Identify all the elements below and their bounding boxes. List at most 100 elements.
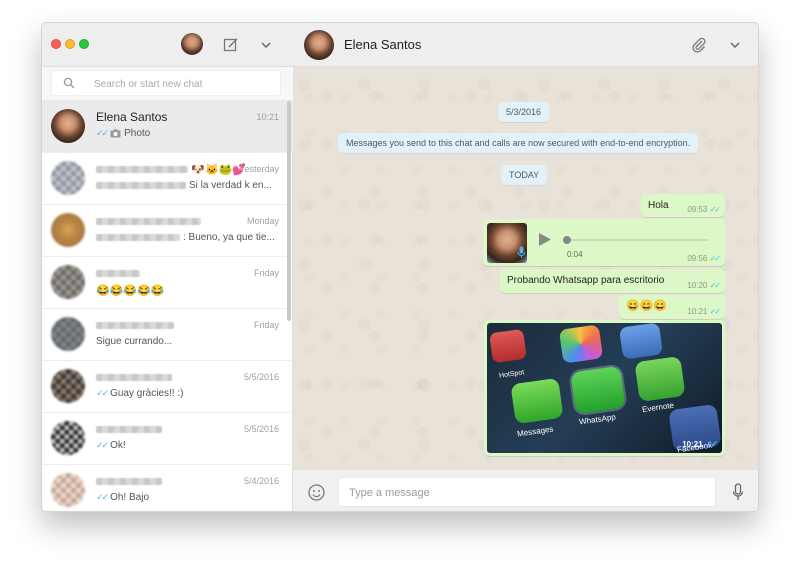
chat-item[interactable]: Friday Sigue currando...	[42, 309, 293, 361]
message-meta: 09:56 ✓✓	[687, 254, 721, 263]
chat-preview: ✓✓ Ok!	[96, 440, 126, 451]
app-label-messages: Messages	[516, 424, 554, 439]
chat-time: 5/4/2016	[243, 476, 279, 486]
chevron-down-icon	[261, 42, 271, 49]
chat-time: 5/5/2016	[243, 424, 279, 434]
chat-item[interactable]: 5/5/2016 ✓✓ Ok!	[42, 413, 293, 465]
message-meta: 10:21 ✓✓	[687, 307, 721, 316]
read-ticks-icon: ✓✓	[709, 307, 721, 316]
play-icon	[539, 233, 551, 246]
chat-name-emojis: 🐶🐱🐸💕	[191, 164, 247, 176]
chat-preview-text: Guay gràcies!! :)	[110, 388, 184, 399]
chat-name	[96, 422, 162, 436]
avatar	[51, 265, 85, 299]
search-input[interactable]	[94, 76, 274, 92]
voice-duration: 0:04	[567, 250, 583, 259]
app-label-evernote: Evernote	[641, 400, 675, 415]
emoji-icon	[307, 483, 325, 501]
chat-item[interactable]: 🐶🐱🐸💕 Yesterday Si la verdad k en...	[42, 153, 293, 205]
photo-image[interactable]: HotSpot Messages WhatsApp Evernote Faceb…	[487, 323, 722, 453]
message-input[interactable]	[349, 485, 699, 501]
encryption-notice[interactable]: Messages you send to this chat and calls…	[338, 133, 699, 153]
minimize-window-button[interactable]	[65, 39, 75, 49]
message-time: 10:21	[687, 307, 708, 316]
chat-preview-text: Oh! Bajo	[110, 492, 150, 503]
my-avatar[interactable]	[181, 33, 203, 55]
message-text: Hola	[648, 200, 669, 211]
chat-name: Elena Santos	[96, 110, 168, 124]
chat-preview: ✓✓ Oh! Bajo	[96, 492, 149, 503]
conversation-menu-button[interactable]	[725, 35, 745, 55]
attach-button[interactable]	[689, 35, 709, 55]
play-button[interactable]	[538, 232, 552, 250]
microphone-icon	[732, 483, 744, 500]
chat-name	[96, 266, 140, 280]
chat-preview-text: 😂😂😂😂😂	[96, 285, 165, 297]
search-bar	[42, 67, 293, 101]
chat-item[interactable]: 5/5/2016 ✓✓ Guay gràcies!! :)	[42, 361, 293, 413]
new-chat-button[interactable]	[221, 35, 241, 55]
maximize-window-button[interactable]	[79, 39, 89, 49]
voice-message[interactable]: 0:04 09:56 ✓✓	[483, 219, 725, 266]
sidebar-header	[42, 23, 293, 67]
chat-time: Yesterday	[239, 164, 279, 174]
photo-message[interactable]: HotSpot Messages WhatsApp Evernote Faceb…	[484, 320, 725, 456]
composer	[293, 469, 758, 511]
avatar	[51, 317, 85, 351]
chat-name	[96, 318, 174, 332]
app-label-hotspot: HotSpot	[498, 369, 525, 380]
chat-list-scrollbar[interactable]	[287, 101, 291, 321]
close-window-button[interactable]	[51, 39, 61, 49]
voice-progress-track[interactable]	[563, 236, 707, 244]
chat-preview: : Bueno, ya que tie...	[96, 232, 275, 243]
chat-name	[96, 474, 162, 488]
chat-time: Friday	[253, 268, 279, 278]
read-ticks-icon: ✓✓	[96, 388, 109, 398]
menu-button[interactable]	[256, 35, 276, 55]
app-window: Elena Santos 10:21 ✓✓ Photo 🐶🐱🐸💕 Yesterd…	[41, 22, 759, 512]
outgoing-message[interactable]: 😄😄😄 10:21 ✓✓	[619, 295, 725, 319]
message-meta: 10:20 ✓✓	[687, 281, 721, 290]
message-time: 10:20	[687, 281, 708, 290]
voice-progress-handle[interactable]	[563, 236, 571, 244]
chat-preview: ✓✓ Photo	[96, 128, 150, 139]
sidebar: Elena Santos 10:21 ✓✓ Photo 🐶🐱🐸💕 Yesterd…	[42, 23, 293, 511]
chat-time: Monday	[246, 216, 279, 226]
chevron-down-icon	[730, 42, 740, 49]
voice-record-button[interactable]	[728, 482, 748, 502]
contact-name[interactable]: Elena Santos	[344, 37, 421, 52]
avatar	[51, 369, 85, 403]
read-ticks-icon: ✓✓	[709, 205, 721, 214]
compose-icon	[223, 38, 238, 52]
microphone-icon	[517, 246, 526, 258]
message-time: 09:53	[687, 205, 708, 214]
message-text: 😄😄😄	[626, 300, 668, 312]
chat-item[interactable]: Friday 😂😂😂😂😂	[42, 257, 293, 309]
avatar	[51, 473, 85, 507]
date-pill: 5/3/2016	[498, 102, 550, 122]
chat-time: Friday	[253, 320, 279, 330]
contact-avatar[interactable]	[304, 30, 334, 60]
chat-name: 🐶🐱🐸💕	[96, 162, 246, 176]
photo-time: 10:21 ✓✓	[682, 439, 718, 450]
read-ticks-icon: ✓✓	[96, 492, 109, 502]
chat-item[interactable]: Monday : Bueno, ya que tie...	[42, 205, 293, 257]
emoji-button[interactable]	[306, 482, 326, 502]
app-label-whatsapp: WhatsApp	[578, 412, 617, 427]
chat-item[interactable]: 5/4/2016 ✓✓ Oh! Bajo	[42, 465, 293, 511]
avatar	[51, 109, 85, 143]
chat-preview: Sigue currando...	[96, 336, 172, 347]
outgoing-message[interactable]: Probando Whatsapp para escritorio 10:20 …	[500, 269, 725, 293]
outgoing-message[interactable]: Hola 09:53 ✓✓	[641, 194, 725, 217]
read-ticks-icon: ✓✓	[709, 281, 721, 290]
chat-item-elena-santos[interactable]: Elena Santos 10:21 ✓✓ Photo	[42, 101, 293, 153]
app-tile-whatsapp	[570, 365, 626, 415]
message-text: Probando Whatsapp para escritorio	[507, 275, 665, 286]
chat-preview-text: Sigue currando...	[96, 336, 173, 347]
chat-time: 5/5/2016	[243, 372, 279, 382]
message-meta: 09:53 ✓✓	[687, 205, 721, 214]
avatar	[51, 161, 85, 195]
read-ticks-icon: ✓✓	[96, 128, 109, 138]
chat-preview-text: Si la verdad k en...	[189, 180, 272, 191]
read-ticks-icon: ✓✓	[96, 440, 109, 450]
